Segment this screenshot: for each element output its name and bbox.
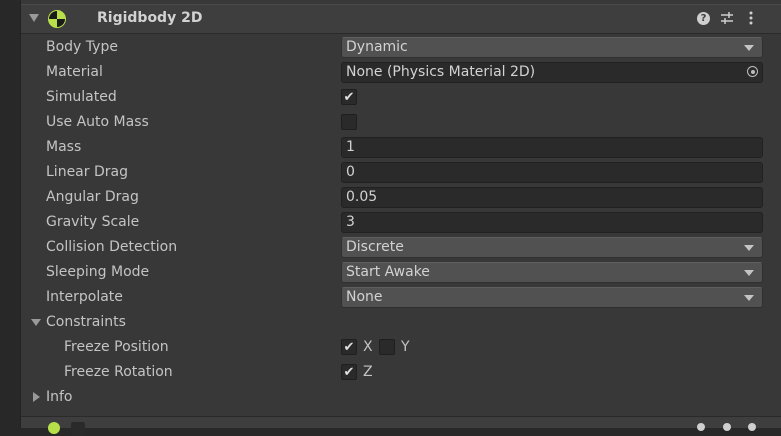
freeze-position-x-label: X (363, 339, 373, 355)
info-label: Info (46, 389, 73, 405)
check-icon: ✔ (343, 365, 355, 380)
use-auto-mass-label: Use Auto Mass (46, 114, 149, 130)
more-options-icon[interactable] (748, 423, 756, 431)
row-linear-drag: Linear Drag 0 (21, 161, 781, 186)
angular-drag-label: Angular Drag (46, 189, 139, 205)
check-icon: ✔ (343, 340, 355, 355)
help-icon[interactable] (697, 423, 705, 431)
linear-drag-label: Linear Drag (46, 164, 128, 180)
component-header[interactable]: Rigidbody 2D ? (21, 4, 781, 34)
row-freeze-rotation: Freeze Rotation ✔ Z (21, 361, 781, 386)
constraints-foldout[interactable]: Constraints (21, 311, 781, 336)
component-enable-checkbox[interactable] (71, 422, 85, 436)
interpolate-dropdown[interactable]: None (341, 287, 763, 308)
row-gravity-scale: Gravity Scale 3 (21, 211, 781, 236)
dropdown-caret-icon (744, 295, 754, 301)
simulated-checkbox[interactable]: ✔ (341, 89, 357, 105)
collision-detection-label: Collision Detection (46, 239, 178, 255)
component-icon (48, 422, 60, 434)
material-object-field[interactable]: None (Physics Material 2D) (341, 62, 763, 83)
mass-input[interactable]: 1 (341, 137, 763, 158)
presets-icon[interactable] (720, 11, 734, 25)
material-label: Material (46, 64, 103, 80)
freeze-position-x-checkbox[interactable]: ✔ (341, 339, 357, 355)
row-material: Material None (Physics Material 2D) (21, 61, 781, 86)
sleeping-mode-dropdown[interactable]: Start Awake (341, 262, 763, 283)
freeze-rotation-z-label: Z (363, 364, 373, 380)
constraints-label: Constraints (46, 314, 126, 330)
linear-drag-input[interactable]: 0 (341, 162, 763, 183)
row-use-auto-mass: Use Auto Mass (21, 111, 781, 136)
mass-label: Mass (46, 139, 82, 155)
freeze-position-y-checkbox[interactable] (379, 339, 395, 355)
gravity-scale-label: Gravity Scale (46, 214, 140, 230)
freeze-position-label: Freeze Position (64, 339, 169, 355)
component-title: Rigidbody 2D (97, 10, 203, 26)
next-component-header[interactable] (21, 416, 781, 436)
sleeping-mode-label: Sleeping Mode (46, 264, 150, 280)
gravity-scale-input[interactable]: 3 (341, 212, 763, 233)
presets-icon[interactable] (723, 423, 731, 431)
interpolate-label: Interpolate (46, 289, 123, 305)
check-icon: ✔ (343, 90, 355, 105)
dropdown-caret-icon (744, 245, 754, 251)
row-sleeping-mode: Sleeping Mode Start Awake (21, 261, 781, 286)
angular-drag-input[interactable]: 0.05 (341, 187, 763, 208)
row-interpolate: Interpolate None (21, 286, 781, 311)
body-type-dropdown[interactable]: Dynamic (341, 37, 763, 58)
more-options-icon[interactable] (748, 11, 754, 25)
sleeping-mode-value: Start Awake (346, 264, 430, 280)
dropdown-caret-icon (744, 270, 754, 276)
foldout-collapsed-icon[interactable] (33, 392, 40, 402)
inspector-panel: Rigidbody 2D ? Body Type Dynamic Materia… (20, 0, 781, 436)
foldout-expanded-icon[interactable] (31, 319, 41, 326)
body-type-label: Body Type (46, 39, 118, 55)
material-value: None (Physics Material 2D) (346, 64, 536, 80)
freeze-rotation-z-checkbox[interactable]: ✔ (341, 364, 357, 380)
rigidbody-2d-icon (48, 10, 66, 28)
collision-detection-dropdown[interactable]: Discrete (341, 237, 763, 258)
row-angular-drag: Angular Drag 0.05 (21, 186, 781, 211)
row-simulated: Simulated ✔ (21, 86, 781, 111)
interpolate-value: None (346, 289, 383, 305)
row-mass: Mass 1 (21, 136, 781, 161)
row-collision-detection: Collision Detection Discrete (21, 236, 781, 261)
freeze-rotation-label: Freeze Rotation (64, 364, 173, 380)
collision-detection-value: Discrete (346, 239, 404, 255)
info-foldout[interactable]: Info (21, 386, 781, 411)
collapse-arrow-icon[interactable] (29, 14, 39, 22)
freeze-position-y-label: Y (401, 339, 410, 355)
object-picker-icon[interactable] (747, 66, 758, 77)
body-type-value: Dynamic (346, 39, 408, 55)
row-body-type: Body Type Dynamic (21, 36, 781, 61)
dropdown-caret-icon (744, 45, 754, 51)
simulated-label: Simulated (46, 89, 117, 105)
help-icon[interactable]: ? (697, 12, 710, 25)
use-auto-mass-checkbox[interactable] (341, 114, 357, 130)
row-freeze-position: Freeze Position ✔ X Y (21, 336, 781, 361)
